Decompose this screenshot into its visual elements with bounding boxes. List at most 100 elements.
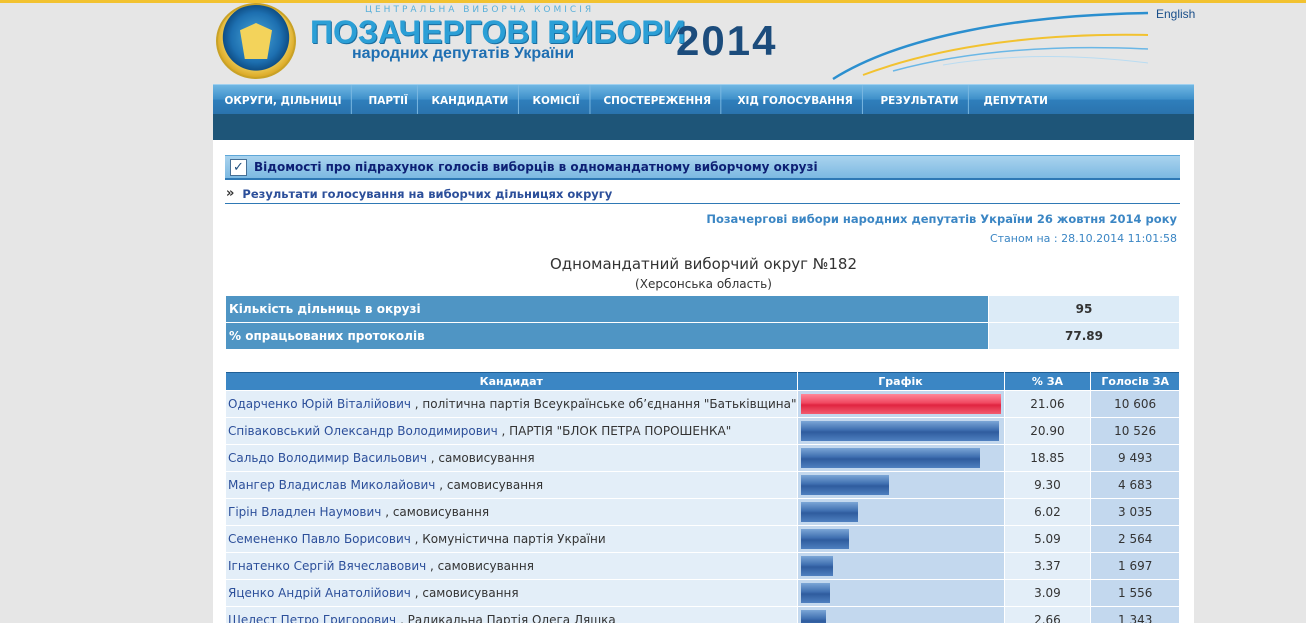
graph-cell xyxy=(797,607,1004,623)
graph-cell xyxy=(797,553,1004,579)
nav-item-results[interactable]: РЕЗУЛЬТАТИ xyxy=(871,85,969,115)
pct-cell: 18.85 xyxy=(1004,445,1091,471)
candidate-party: , самовисування xyxy=(410,586,519,600)
col-header-candidate: Кандидат xyxy=(226,372,797,390)
votes-cell: 4 683 xyxy=(1091,472,1179,498)
table-row: Яценко Андрій Анатолійович , самовисуван… xyxy=(226,580,1179,606)
site-title: ПОЗАЧЕРГОВІ ВИБОРИ xyxy=(310,14,686,50)
site-subtitle: народних депутатів України xyxy=(352,45,575,62)
pct-cell: 3.09 xyxy=(1004,580,1091,606)
vote-share-bar xyxy=(800,556,833,576)
candidate-cell: Сальдо Володимир Васильович , самовисува… xyxy=(226,445,797,471)
candidate-name-link[interactable]: Співаковський Олександр Володимирович xyxy=(228,424,498,438)
candidate-cell: Мангер Владислав Миколайович , самовисув… xyxy=(226,472,797,498)
candidate-name-link[interactable]: Одарченко Юрій Віталійович xyxy=(228,397,411,411)
breadcrumb-arrow-icon: » xyxy=(226,186,235,201)
candidate-name-link[interactable]: Шелест Петро Григорович xyxy=(228,613,396,623)
graph-cell xyxy=(797,499,1004,525)
candidate-cell: Шелест Петро Григорович , Радикальна Пар… xyxy=(226,607,797,623)
table-row: Одарченко Юрій Віталійович , політична п… xyxy=(226,391,1179,417)
table-row: Сальдо Володимир Васильович , самовисува… xyxy=(226,445,1179,471)
results-body: Одарченко Юрій Віталійович , політична п… xyxy=(226,391,1179,623)
site-year: 2014 xyxy=(676,17,778,64)
graph-cell xyxy=(797,418,1004,444)
candidate-party: , Радикальна Партія Олега Ляшка xyxy=(396,613,616,623)
section-header: ✓ Відомості про підрахунок голосів вибор… xyxy=(225,155,1180,180)
votes-cell: 9 493 xyxy=(1091,445,1179,471)
table-row: Співаковський Олександр Володимирович , … xyxy=(226,418,1179,444)
nav-item-candidates[interactable]: КАНДИДАТИ xyxy=(422,85,519,115)
candidate-party: , політична партія Всеукраїнське об’єдна… xyxy=(410,397,797,411)
votes-cell: 1 697 xyxy=(1091,553,1179,579)
table-row: Мангер Владислав Миколайович , самовисув… xyxy=(226,472,1179,498)
pct-cell: 5.09 xyxy=(1004,526,1091,552)
candidate-cell: Гірін Владлен Наумович , самовисування xyxy=(226,499,797,525)
stats-label: % опрацьованих протоколів xyxy=(226,323,988,349)
candidate-name-link[interactable]: Ігнатенко Сергій Вячеславович xyxy=(228,559,426,573)
candidate-party: , самовисування xyxy=(381,505,490,519)
vote-share-bar xyxy=(800,529,849,549)
checkbox-icon: ✓ xyxy=(230,158,247,176)
votes-cell: 2 564 xyxy=(1091,526,1179,552)
candidate-cell: Ігнатенко Сергій Вячеславович , самовису… xyxy=(226,553,797,579)
candidate-name-link[interactable]: Гірін Владлен Наумович xyxy=(228,505,381,519)
vote-share-bar xyxy=(800,448,980,468)
candidate-name-link[interactable]: Сальдо Володимир Васильович xyxy=(228,451,427,465)
district-region: (Херсонська область) xyxy=(635,277,772,291)
pct-cell: 9.30 xyxy=(1004,472,1091,498)
district-stats-table: Кількість дільниць в окрузі 95 % опрацьо… xyxy=(225,295,1180,350)
english-language-link[interactable]: English xyxy=(1156,7,1195,21)
col-header-graph: Графік xyxy=(797,372,1004,390)
graph-cell xyxy=(797,526,1004,552)
graph-cell xyxy=(797,391,1004,417)
trident-shield-icon xyxy=(240,23,272,59)
pct-cell: 21.06 xyxy=(1004,391,1091,417)
decorative-swoosh xyxy=(832,11,1149,81)
pct-cell: 3.37 xyxy=(1004,553,1091,579)
stats-value: 77.89 xyxy=(989,323,1179,349)
pct-cell: 6.02 xyxy=(1004,499,1091,525)
table-row: Гірін Владлен Наумович , самовисування 6.… xyxy=(226,499,1179,525)
votes-cell: 10 526 xyxy=(1091,418,1179,444)
candidate-name-link[interactable]: Мангер Владислав Миколайович xyxy=(228,478,435,492)
vote-share-bar xyxy=(800,502,858,522)
candidate-name-link[interactable]: Яценко Андрій Анатолійович xyxy=(228,586,411,600)
results-table: Кандидат Графік % ЗА Голосів ЗА Одарченк… xyxy=(225,371,1180,623)
candidate-cell: Яценко Андрій Анатолійович , самовисуван… xyxy=(226,580,797,606)
candidate-cell: Співаковський Олександр Володимирович , … xyxy=(226,418,797,444)
nav-item-commissions[interactable]: КОМІСІЇ xyxy=(523,85,591,115)
polling-stations-results-link[interactable]: Результати голосування на виборчих дільн… xyxy=(242,187,612,201)
election-title: Позачергові вибори народних депутатів Ук… xyxy=(706,212,1177,226)
pct-cell: 2.66 xyxy=(1004,607,1091,623)
nav-item-districts[interactable]: ОКРУГИ, ДІЛЬНИЦІ xyxy=(215,85,353,115)
nav-item-deputies[interactable]: ДЕПУТАТИ xyxy=(974,85,1057,115)
candidate-name-link[interactable]: Семененко Павло Борисович xyxy=(228,532,411,546)
nav-item-voting-progress[interactable]: ХІД ГОЛОСУВАННЯ xyxy=(728,85,864,115)
vote-share-bar xyxy=(800,610,826,623)
candidate-party: , самовисування xyxy=(426,451,535,465)
results-header-row: Кандидат Графік % ЗА Голосів ЗА xyxy=(226,372,1179,390)
vote-share-bar xyxy=(800,394,1001,414)
stats-value: 95 xyxy=(989,296,1179,322)
district-name: Одномандатний виборчий округ №182 xyxy=(549,255,858,273)
candidate-cell: Семененко Павло Борисович , Комуністична… xyxy=(226,526,797,552)
candidate-party: , самовисування xyxy=(426,559,534,573)
col-header-pct: % ЗА xyxy=(1004,372,1091,390)
col-header-votes: Голосів ЗА xyxy=(1091,372,1179,390)
nav-item-observation[interactable]: СПОСТЕРЕЖЕННЯ xyxy=(594,85,722,115)
table-row: Ігнатенко Сергій Вячеславович , самовису… xyxy=(226,553,1179,579)
stats-label: Кількість дільниць в окрузі xyxy=(226,296,988,322)
votes-cell: 3 035 xyxy=(1091,499,1179,525)
votes-cell: 1 343 xyxy=(1091,607,1179,623)
candidate-party: , самовисування xyxy=(435,478,544,492)
site-header: ЦЕНТРАЛЬНА ВИБОРЧА КОМІСІЯ ПОЗАЧЕРГОВІ В… xyxy=(213,3,1195,83)
cvk-emblem-logo[interactable] xyxy=(216,3,296,79)
main-content: ✓ Відомості про підрахунок голосів вибор… xyxy=(213,140,1194,623)
vote-share-bar xyxy=(800,421,999,441)
pct-cell: 20.90 xyxy=(1004,418,1091,444)
graph-cell xyxy=(797,472,1004,498)
section-title: Відомості про підрахунок голосів виборці… xyxy=(254,160,818,174)
nav-item-parties[interactable]: ПАРТІЇ xyxy=(359,85,419,115)
stats-row: Кількість дільниць в окрузі 95 xyxy=(226,296,1179,322)
as-of-timestamp: Станом на : 28.10.2014 11:01:58 xyxy=(989,232,1177,245)
